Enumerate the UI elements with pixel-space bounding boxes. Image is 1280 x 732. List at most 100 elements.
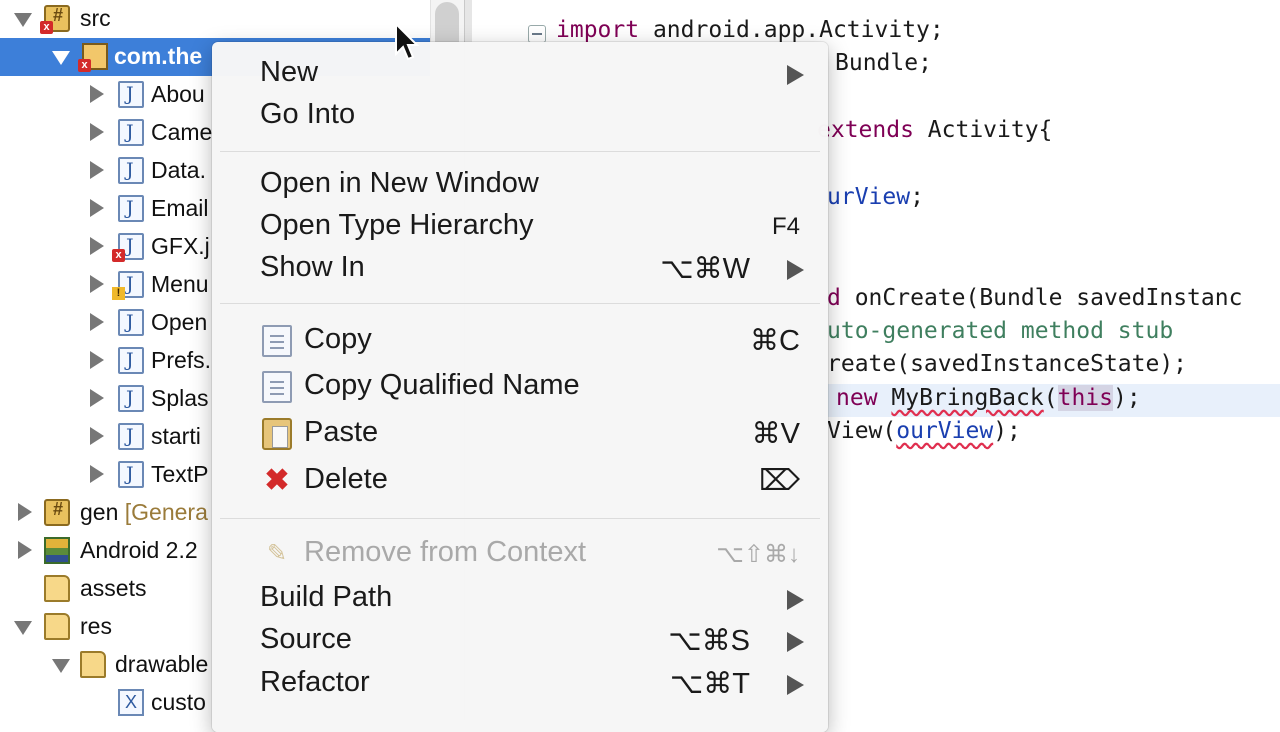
menu-item-new[interactable]: New bbox=[212, 53, 828, 95]
code-text: onCreate(Bundle savedInstanc bbox=[840, 285, 1243, 311]
code-line: View(ourView); bbox=[827, 418, 1021, 451]
xml-file-icon bbox=[118, 689, 144, 716]
menu-item-go-into[interactable]: Go Into bbox=[212, 95, 828, 137]
expand-triangle-icon[interactable] bbox=[52, 51, 70, 65]
tree-item-label: Prefs. bbox=[151, 347, 212, 373]
java-file-icon bbox=[118, 195, 144, 222]
submenu-arrow-icon bbox=[787, 590, 804, 610]
remove-context-icon: ✎ bbox=[266, 540, 288, 567]
code-text: Activity{ bbox=[913, 117, 1053, 143]
tree-item-label: Data. bbox=[151, 157, 206, 183]
code-text: uto-generated method stub bbox=[827, 318, 1174, 344]
menu-item-label: Show In bbox=[260, 251, 365, 283]
menu-item-label: Copy bbox=[304, 323, 372, 355]
menu-item-remove-from-context: ✎ Remove from Context ⌥⇧⌘↓ bbox=[212, 533, 828, 575]
folder-icon bbox=[44, 613, 70, 640]
mouse-cursor-icon bbox=[395, 22, 420, 61]
menu-item-build-path[interactable]: Build Path bbox=[212, 578, 828, 620]
expand-triangle-icon[interactable] bbox=[52, 659, 70, 673]
error-squiggle: MyBringBack bbox=[891, 385, 1044, 411]
collapse-triangle-icon[interactable] bbox=[18, 541, 32, 559]
tree-item-label: Abou bbox=[151, 81, 205, 107]
menu-shortcut: ⌥⌘T bbox=[669, 668, 750, 700]
java-file-icon bbox=[118, 119, 144, 146]
menu-item-refactor[interactable]: Refactor ⌥⌘T bbox=[212, 663, 828, 705]
tree-item-label: GFX.j bbox=[151, 233, 210, 259]
submenu-arrow-icon bbox=[787, 632, 804, 652]
menu-item-label: Copy Qualified Name bbox=[304, 369, 580, 401]
collapse-triangle-icon[interactable] bbox=[90, 275, 104, 293]
tree-item-label: Email bbox=[151, 195, 209, 221]
error-badge-icon: x bbox=[40, 21, 53, 34]
collapse-triangle-icon[interactable] bbox=[90, 237, 104, 255]
menu-separator bbox=[220, 303, 820, 304]
code-text: ; bbox=[910, 184, 924, 210]
menu-item-label: Paste bbox=[304, 416, 379, 448]
tree-item-label: gen [Genera bbox=[80, 499, 208, 526]
paste-icon bbox=[262, 418, 292, 450]
tree-item-label: Open bbox=[151, 309, 208, 335]
expand-triangle-icon[interactable] bbox=[14, 13, 32, 27]
menu-item-label: Remove from Context bbox=[304, 536, 587, 568]
code-keyword: extends bbox=[817, 117, 914, 143]
collapse-triangle-icon[interactable] bbox=[90, 427, 104, 445]
tree-item-label: res bbox=[80, 613, 112, 639]
java-file-icon bbox=[118, 309, 144, 336]
menu-item-open-type-hierarchy[interactable]: Open Type Hierarchy F4 bbox=[212, 206, 828, 248]
tree-item-label: Splas bbox=[151, 385, 209, 411]
menu-item-label: Go Into bbox=[260, 98, 356, 130]
java-file-icon bbox=[118, 81, 144, 108]
gen-label: gen bbox=[80, 499, 119, 525]
menu-shortcut: ⌥⌘W bbox=[660, 253, 750, 285]
menu-item-source[interactable]: Source ⌥⌘S bbox=[212, 620, 828, 662]
collapse-triangle-icon[interactable] bbox=[90, 161, 104, 179]
collapse-triangle-icon[interactable] bbox=[90, 389, 104, 407]
code-text: ); bbox=[1112, 385, 1141, 411]
menu-shortcut: F4 bbox=[771, 213, 800, 240]
folder-icon bbox=[44, 575, 70, 602]
menu-item-delete[interactable]: ✖ Delete ⌦ bbox=[212, 460, 828, 502]
java-file-icon bbox=[118, 385, 144, 412]
submenu-arrow-icon bbox=[787, 675, 804, 695]
menu-item-open-in-new-window[interactable]: Open in New Window bbox=[212, 164, 828, 206]
collapse-triangle-icon[interactable] bbox=[90, 351, 104, 369]
code-text: View( bbox=[827, 418, 897, 444]
code-text: Bundle; bbox=[835, 50, 932, 76]
tree-item-label: custo bbox=[151, 689, 206, 715]
submenu-arrow-icon bbox=[787, 260, 804, 280]
gen-decoration: [Genera bbox=[118, 499, 208, 525]
tree-item-label: drawable bbox=[115, 651, 209, 677]
code-text: ( bbox=[1043, 385, 1058, 411]
collapse-triangle-icon[interactable] bbox=[90, 85, 104, 103]
menu-item-paste[interactable]: Paste ⌘V bbox=[212, 413, 828, 455]
menu-shortcut: ⌘C bbox=[750, 325, 800, 357]
tree-item-label: Android 2.2 bbox=[80, 537, 198, 563]
menu-item-show-in[interactable]: Show In ⌥⌘W bbox=[212, 248, 828, 290]
collapse-triangle-icon[interactable] bbox=[90, 313, 104, 331]
collapse-triangle-icon[interactable] bbox=[90, 123, 104, 141]
code-line: extends Activity{ bbox=[817, 117, 1052, 150]
code-line: urView; bbox=[827, 184, 924, 217]
code-keyword: this bbox=[1057, 385, 1113, 411]
error-badge-icon: x bbox=[112, 249, 125, 262]
collapse-triangle-icon[interactable] bbox=[90, 465, 104, 483]
java-file-icon bbox=[118, 423, 144, 450]
menu-item-label: Refactor bbox=[260, 666, 370, 698]
collapse-triangle-icon[interactable] bbox=[90, 199, 104, 217]
copy-qualified-icon bbox=[262, 371, 292, 403]
menu-item-label: New bbox=[260, 56, 319, 88]
menu-item-copy-qualified-name[interactable]: Copy Qualified Name bbox=[212, 366, 828, 408]
java-file-icon bbox=[118, 347, 144, 374]
expand-triangle-icon[interactable] bbox=[14, 621, 32, 635]
generated-folder-icon bbox=[44, 499, 70, 526]
tree-item-label: starti bbox=[151, 423, 201, 449]
tree-item-label: Menu bbox=[151, 271, 209, 297]
collapse-triangle-icon[interactable] bbox=[18, 503, 32, 521]
tree-item-label: Came bbox=[151, 119, 213, 145]
java-file-icon bbox=[118, 461, 144, 488]
menu-item-copy[interactable]: Copy ⌘C bbox=[212, 320, 828, 362]
tree-item-src[interactable]: x src bbox=[0, 0, 430, 38]
library-icon bbox=[44, 537, 70, 564]
code-keyword: import bbox=[556, 17, 640, 43]
fold-collapse-icon[interactable] bbox=[528, 25, 546, 43]
